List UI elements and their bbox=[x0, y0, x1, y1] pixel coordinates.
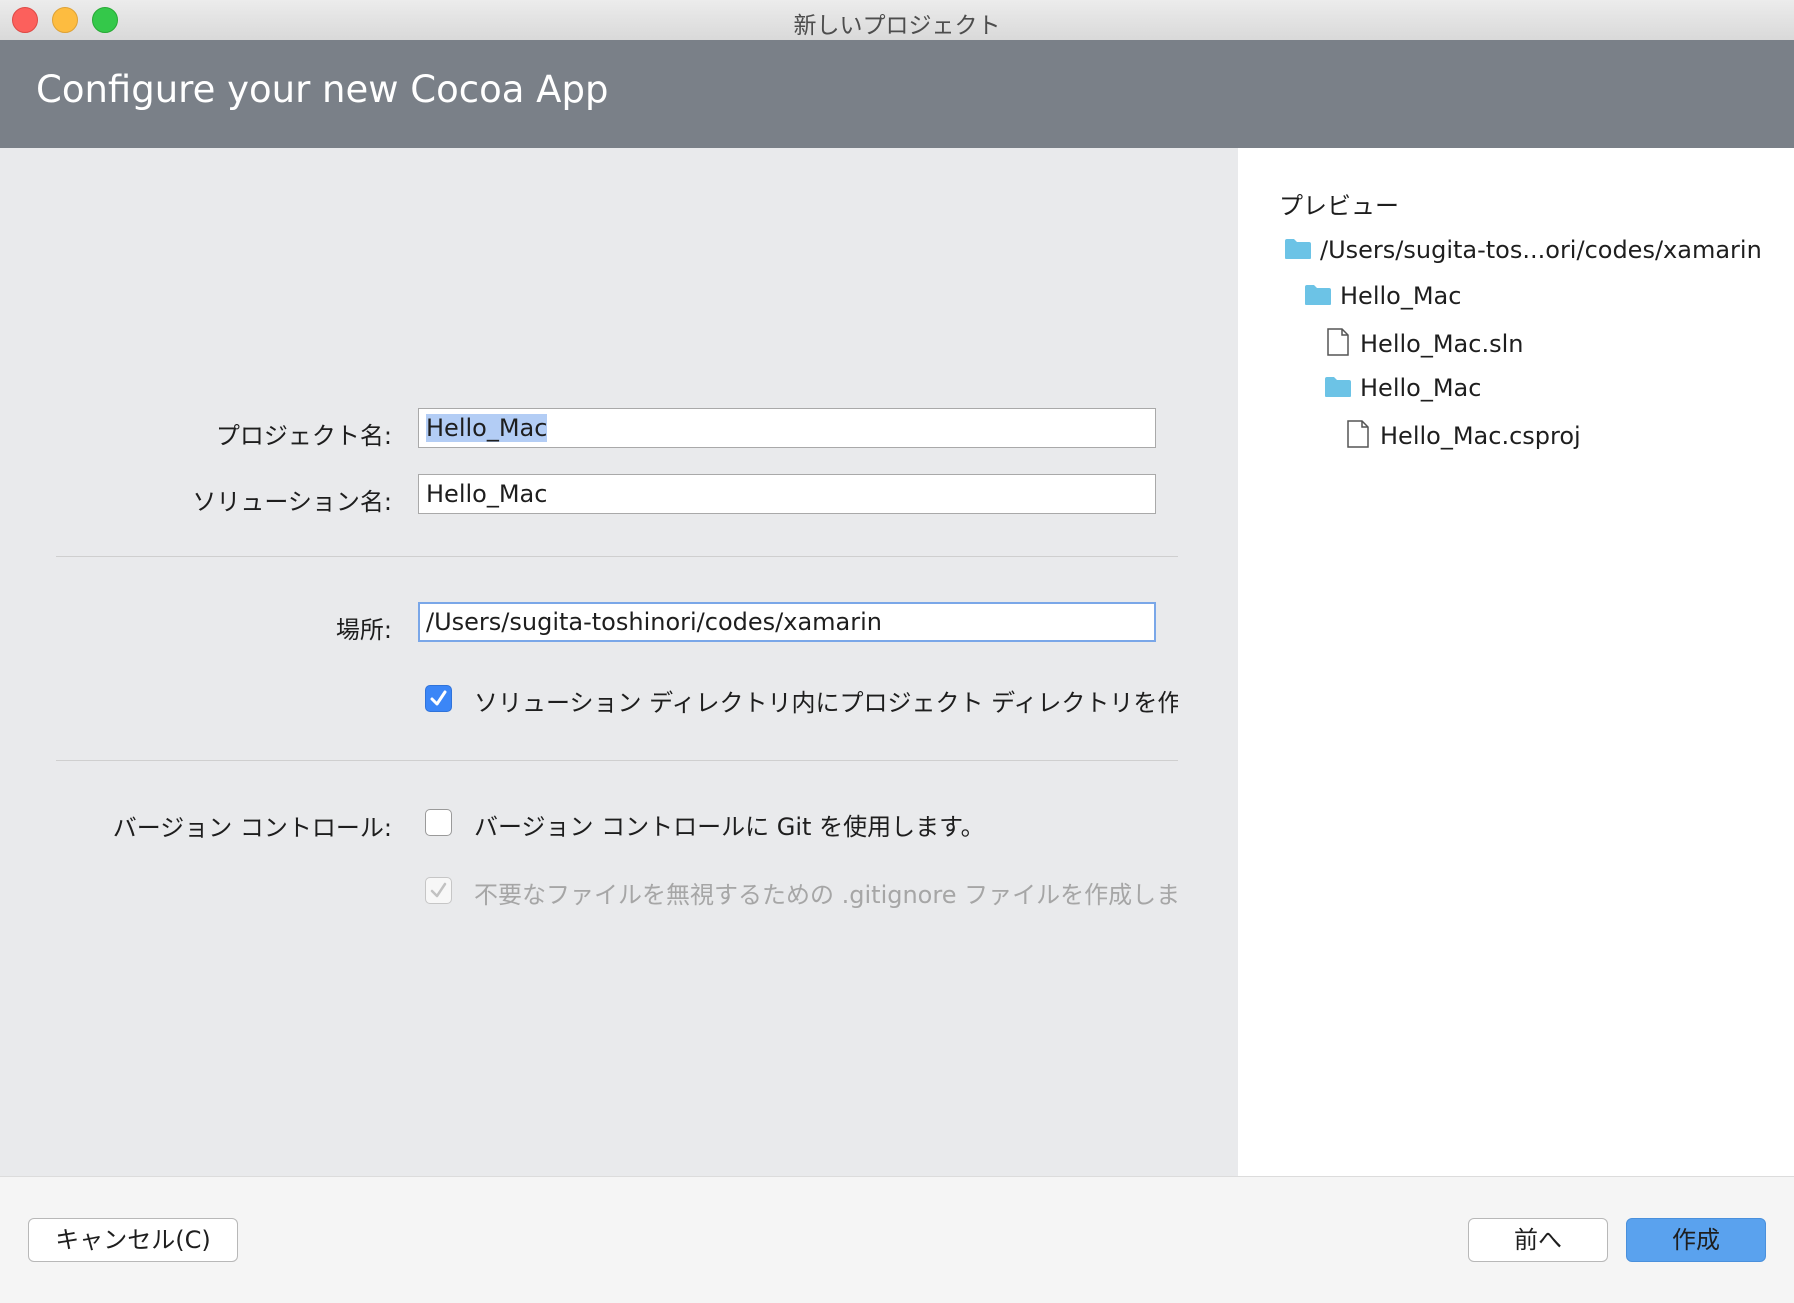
preview-title: プレビュー bbox=[1279, 192, 1399, 220]
use-git-checkbox[interactable] bbox=[425, 809, 452, 836]
use-git-label[interactable]: バージョン コントロールに Git を使用します。 bbox=[474, 807, 1178, 842]
folder-icon bbox=[1305, 285, 1331, 305]
tree-item-sln-file: Hello_Mac.sln bbox=[1326, 328, 1523, 358]
folder-icon bbox=[1285, 239, 1311, 259]
location-label: 場所: bbox=[335, 616, 392, 644]
project-name-value: Hello_Mac bbox=[426, 414, 548, 442]
tree-item-csproj-file: Hello_Mac.csproj bbox=[1346, 420, 1581, 450]
separator bbox=[56, 556, 1178, 557]
create-button[interactable]: 作成 bbox=[1626, 1218, 1766, 1262]
title-bar: 新しいプロジェクト bbox=[0, 0, 1794, 41]
project-name-label: プロジェクト名: bbox=[215, 422, 392, 450]
checkmark-icon bbox=[430, 882, 447, 898]
form-panel bbox=[0, 148, 1238, 1176]
page-title: Configure your new Cocoa App bbox=[36, 68, 609, 111]
version-control-label: バージョン コントロール: bbox=[112, 814, 392, 842]
window-title: 新しいプロジェクト bbox=[793, 13, 1001, 39]
separator bbox=[56, 760, 1178, 761]
location-value: /Users/sugita-toshinori/codes/xamarin bbox=[426, 608, 882, 636]
create-project-dir-label[interactable]: ソリューション ディレクトリ内にプロジェクト ディレクトリを作 bbox=[474, 683, 1178, 718]
tree-item-label: Hello_Mac bbox=[1360, 374, 1482, 402]
checkmark-icon bbox=[430, 690, 447, 706]
solution-name-label: ソリューション名: bbox=[192, 488, 392, 516]
new-project-window: 新しいプロジェクト Configure your new Cocoa App プ… bbox=[0, 0, 1794, 1303]
solution-name-field[interactable]: Hello_Mac bbox=[418, 474, 1156, 514]
file-icon bbox=[1327, 328, 1349, 356]
location-field[interactable]: /Users/sugita-toshinori/codes/xamarin bbox=[418, 602, 1156, 642]
tree-item-label: Hello_Mac bbox=[1340, 282, 1462, 310]
cancel-button[interactable]: キャンセル(C) bbox=[28, 1218, 238, 1262]
create-project-dir-checkbox[interactable] bbox=[425, 685, 452, 712]
project-name-field[interactable]: Hello_Mac bbox=[418, 408, 1156, 448]
gitignore-checkbox[interactable] bbox=[425, 877, 452, 904]
tree-item-label: /Users/sugita-tos...ori/codes/xamarin bbox=[1320, 236, 1762, 264]
tree-item-root-folder: /Users/sugita-tos...ori/codes/xamarin bbox=[1284, 236, 1762, 264]
solution-name-value: Hello_Mac bbox=[426, 480, 548, 508]
folder-icon bbox=[1325, 377, 1351, 397]
header-banner: Configure your new Cocoa App bbox=[0, 40, 1794, 148]
tree-item-project-folder: Hello_Mac bbox=[1324, 374, 1481, 402]
file-icon bbox=[1347, 420, 1369, 448]
gitignore-label: 不要なファイルを無視するための .gitignore ファイルを作成しま bbox=[474, 881, 1178, 909]
tree-item-solution-folder: Hello_Mac bbox=[1304, 282, 1461, 310]
tree-item-label: Hello_Mac.sln bbox=[1360, 330, 1524, 358]
back-button[interactable]: 前へ bbox=[1468, 1218, 1608, 1262]
tree-item-label: Hello_Mac.csproj bbox=[1380, 422, 1581, 450]
